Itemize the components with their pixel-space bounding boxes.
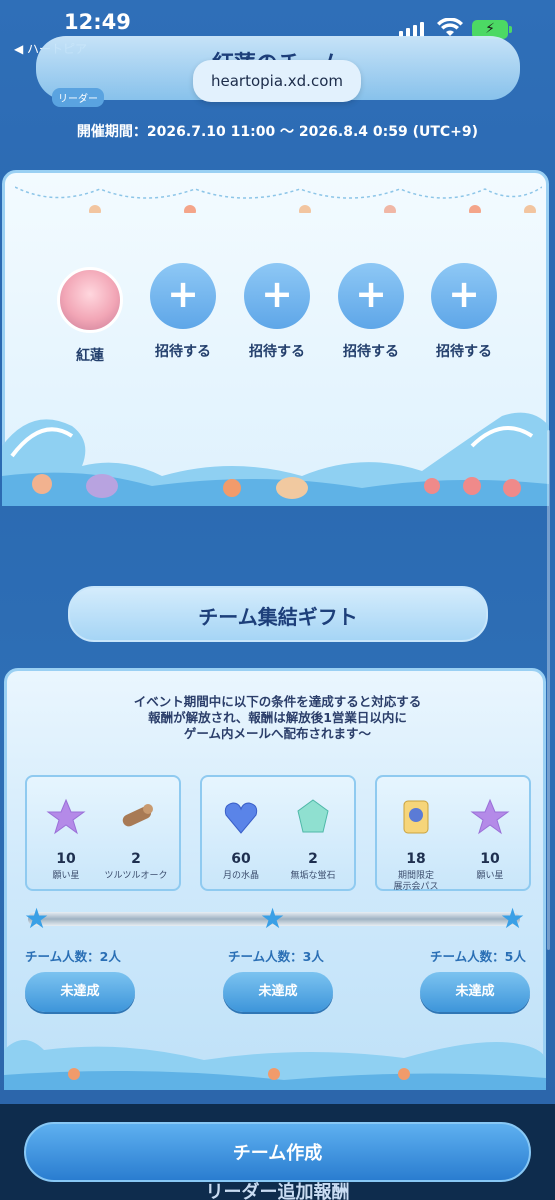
reward-qty: 60 bbox=[231, 851, 251, 867]
gift-description: イベント期間中に以下の条件を達成すると対応する 報酬が解放され、報酬は解放後1営… bbox=[0, 694, 555, 742]
reward-qty: 10 bbox=[56, 851, 76, 867]
blue-heart-crystal-icon bbox=[224, 802, 258, 834]
gift-title: チーム集結ギフト bbox=[198, 605, 358, 629]
reward-qty: 10 bbox=[480, 851, 500, 867]
reward-name: ツルツルオーク bbox=[104, 871, 168, 881]
starfish-icon bbox=[68, 1068, 80, 1080]
reward-name: 願い星 bbox=[476, 871, 504, 881]
event-period: 開催期間：2026.7.10 11:00 〜 2026.8.4 0:59 (UT… bbox=[76, 124, 479, 140]
scrollbar[interactable] bbox=[547, 430, 550, 950]
crab-icon bbox=[463, 477, 481, 495]
status-bar: 12:49 ⚡ bbox=[0, 0, 555, 40]
invite-label: 招待する bbox=[436, 344, 492, 360]
plus-icon[interactable]: + bbox=[150, 263, 216, 329]
crab-icon bbox=[503, 479, 521, 497]
member-name: 紅蓮 bbox=[76, 348, 104, 364]
plus-icon[interactable]: + bbox=[244, 263, 310, 329]
plus-icon[interactable]: + bbox=[431, 263, 497, 329]
starfish-icon bbox=[268, 1068, 280, 1080]
claim-button[interactable]: 未達成 bbox=[223, 972, 333, 1012]
reward-item: 18 期間限定 展示会パス bbox=[381, 797, 451, 893]
team-count-label: チーム人数：5人 bbox=[430, 949, 526, 964]
reward-qty: 2 bbox=[131, 851, 141, 867]
team-count-label: チーム人数：3人 bbox=[228, 949, 324, 964]
desc-line: イベント期間中に以下の条件を達成すると対応する bbox=[133, 694, 422, 709]
reward-item: 10 願い星 bbox=[455, 797, 525, 882]
reward-item: 10 願い星 bbox=[31, 797, 101, 882]
reward-name: 無垢な蛍石 bbox=[290, 871, 336, 881]
clock: 12:49 bbox=[64, 10, 131, 34]
reward-card: 10 願い星 2 ツルツルオーク bbox=[25, 775, 181, 891]
pass-badge-icon bbox=[403, 800, 429, 834]
purple-star-icon bbox=[470, 798, 510, 835]
wave-decoration bbox=[2, 412, 549, 506]
starfish-icon: ★ bbox=[500, 902, 526, 935]
reward-qty: 18 bbox=[406, 851, 426, 867]
reward-item: 60 月の水晶 bbox=[206, 797, 276, 882]
leader-badge: リーダー bbox=[52, 88, 104, 107]
reward-card: 18 期間限定 展示会パス 10 願い星 bbox=[375, 775, 531, 893]
desc-line: ゲーム内メールへ配布されます〜 bbox=[183, 726, 372, 741]
green-gem-icon bbox=[297, 799, 329, 833]
reward-name-line: 展示会パス bbox=[393, 882, 439, 892]
starfish-icon bbox=[32, 474, 52, 494]
create-team-button[interactable]: チーム作成 bbox=[24, 1122, 531, 1182]
invite-slot[interactable]: + 招待する bbox=[148, 263, 218, 361]
crab-icon bbox=[424, 478, 440, 494]
claim-button[interactable]: 未達成 bbox=[25, 972, 135, 1012]
starfish-icon bbox=[223, 479, 241, 497]
invite-label: 招待する bbox=[249, 344, 305, 360]
invite-slot[interactable]: + 招待する bbox=[336, 263, 406, 361]
reward-name-line: 期間限定 bbox=[397, 871, 434, 881]
reward-item: 2 無垢な蛍石 bbox=[278, 797, 348, 882]
reward-name: 願い星 bbox=[52, 871, 80, 881]
shell-icon bbox=[86, 474, 118, 498]
claim-button[interactable]: 未達成 bbox=[420, 972, 530, 1012]
desc-line: 報酬が解放され、報酬は解放後1営業日以内に bbox=[148, 710, 407, 725]
reward-name: 月の水晶 bbox=[222, 871, 259, 881]
conch-icon bbox=[276, 477, 308, 499]
invite-slot[interactable]: + 招待する bbox=[429, 263, 499, 361]
avatar bbox=[57, 267, 123, 333]
plus-icon[interactable]: + bbox=[338, 263, 404, 329]
reward-qty: 2 bbox=[308, 851, 318, 867]
shell-garland-decoration bbox=[15, 186, 542, 213]
wifi-icon bbox=[437, 18, 463, 36]
signal-icon bbox=[399, 22, 424, 37]
url-pill[interactable]: heartopia.xd.com bbox=[193, 60, 361, 102]
wave-decoration bbox=[4, 1040, 546, 1090]
member-leader[interactable]: 紅蓮 bbox=[55, 267, 125, 365]
reward-card: 60 月の水晶 2 無垢な蛍石 bbox=[200, 775, 356, 891]
invite-label: 招待する bbox=[343, 344, 399, 360]
reward-item: 2 ツルツルオーク bbox=[101, 797, 171, 882]
starfish-icon bbox=[398, 1068, 410, 1080]
starfish-icon: ★ bbox=[260, 902, 286, 935]
team-count-label: チーム人数：2人 bbox=[25, 949, 121, 964]
invite-label: 招待する bbox=[155, 344, 211, 360]
reward-name: 期間限定 展示会パス bbox=[381, 871, 451, 893]
starfish-icon: ★ bbox=[24, 902, 50, 935]
purple-star-icon bbox=[46, 798, 86, 835]
invite-slot[interactable]: + 招待する bbox=[242, 263, 312, 361]
wood-log-icon bbox=[122, 804, 153, 827]
